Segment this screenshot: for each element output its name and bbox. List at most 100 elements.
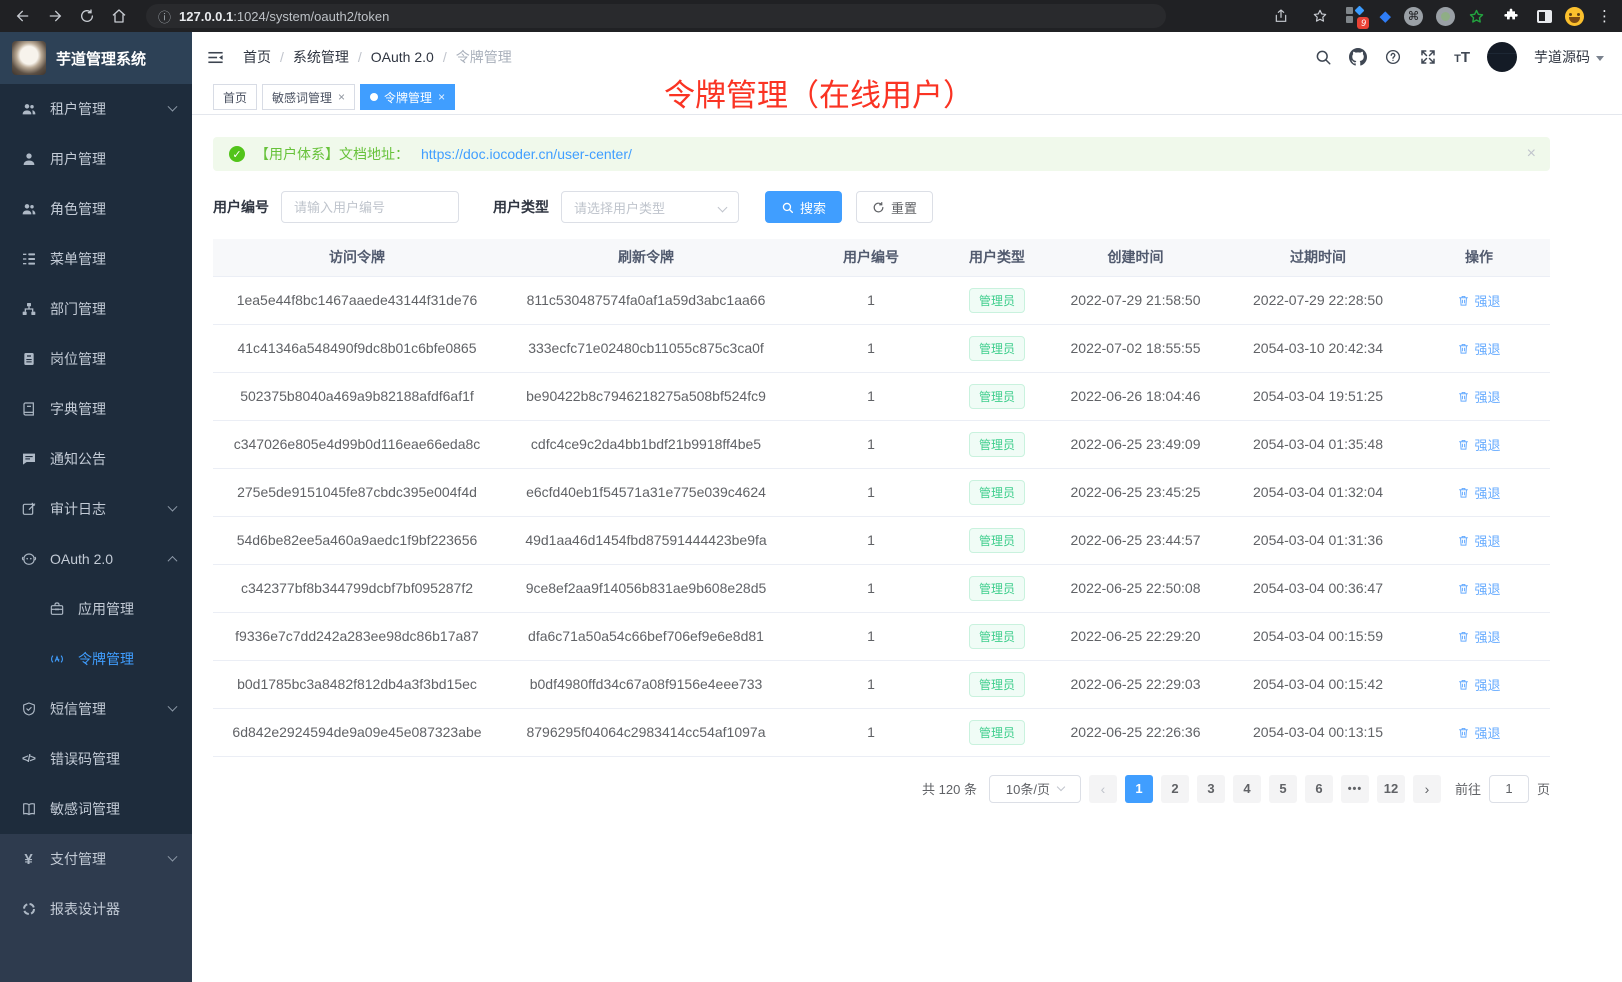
force-logout-button[interactable]: 强退: [1457, 387, 1500, 406]
close-tab-icon[interactable]: ×: [438, 90, 445, 104]
app-logo[interactable]: 芋道管理系统: [0, 32, 192, 84]
forward-icon[interactable]: [42, 3, 68, 29]
sidebar-item-errcode[interactable]: </>错误码管理: [0, 734, 192, 784]
sidebar-item-sms[interactable]: 短信管理: [0, 684, 192, 734]
gem-extension-icon[interactable]: ◆: [1379, 7, 1391, 25]
home-icon[interactable]: [106, 3, 132, 29]
side-panel-icon[interactable]: [1537, 10, 1552, 23]
sidebar-item-report[interactable]: 报表设计器: [0, 884, 192, 934]
created-time-cell: 2022-07-02 18:55:55: [1043, 324, 1228, 372]
page-button-1[interactable]: 1: [1125, 775, 1153, 803]
close-tab-icon[interactable]: ×: [338, 90, 345, 104]
sidebar-item-oauth2-token[interactable]: 令牌管理: [0, 634, 192, 684]
sidebar-item-post[interactable]: 岗位管理: [0, 334, 192, 384]
page-button-2[interactable]: 2: [1161, 775, 1189, 803]
total-count: 共 120 条: [922, 779, 977, 798]
created-time-cell: 2022-06-25 22:50:08: [1043, 564, 1228, 612]
sidebar-item-label: 角色管理: [50, 199, 106, 219]
sidebar-item-notice[interactable]: 通知公告: [0, 434, 192, 484]
more-pages-button[interactable]: •••: [1341, 775, 1369, 803]
user-id-cell: 1: [791, 372, 951, 420]
force-logout-button[interactable]: 强退: [1457, 339, 1500, 358]
sidebar-item-dept[interactable]: 部门管理: [0, 284, 192, 334]
tab-label: 敏感词管理: [272, 89, 332, 106]
breadcrumb-item[interactable]: OAuth 2.0: [371, 49, 434, 65]
bookmark-star-icon[interactable]: [1307, 3, 1333, 29]
trash-icon: [1457, 390, 1470, 403]
breadcrumb-item[interactable]: 首页: [243, 47, 271, 67]
page-button-6[interactable]: 6: [1305, 775, 1333, 803]
url-host: 127.0.0.1: [179, 9, 233, 24]
profile-avatar-icon[interactable]: [1565, 7, 1584, 26]
user-avatar[interactable]: [1487, 42, 1517, 72]
collapse-menu-icon[interactable]: [206, 48, 225, 67]
page-button-5[interactable]: 5: [1269, 775, 1297, 803]
force-logout-button[interactable]: 强退: [1457, 627, 1500, 646]
sidebar-item-sensitive[interactable]: 敏感词管理: [0, 784, 192, 834]
user-type-cell: 管理员: [951, 612, 1043, 660]
reset-button[interactable]: 重置: [856, 191, 933, 223]
table-row: b0d1785bc3a8482f812db4a3f3bd15ecb0df4980…: [213, 660, 1550, 708]
sidebar-item-dict[interactable]: 字典管理: [0, 384, 192, 434]
sidebar-item-role[interactable]: 角色管理: [0, 184, 192, 234]
sidebar-item-menu[interactable]: 菜单管理: [0, 234, 192, 284]
access-token-cell: 275e5de9151045fe87cbdc395e004f4d: [213, 468, 501, 516]
green-star-extension-icon[interactable]: [1468, 8, 1485, 25]
tab-首页[interactable]: 首页: [213, 84, 257, 110]
pagination: 共 120 条 10条/页 ‹ 123456•••12 › 前往 页: [213, 775, 1550, 803]
url-bar[interactable]: ⓘ 127.0.0.1:1024/system/oauth2/token: [146, 4, 1166, 28]
expire-time-cell: 2054-03-04 01:31:36: [1228, 516, 1408, 564]
fullscreen-icon[interactable]: [1419, 48, 1437, 66]
user-type-select[interactable]: 请选择用户类型: [561, 191, 739, 223]
tab-令牌管理[interactable]: 令牌管理×: [360, 84, 455, 110]
search-icon[interactable]: [1314, 48, 1332, 66]
force-logout-button[interactable]: 强退: [1457, 483, 1500, 502]
breadcrumb-item[interactable]: 系统管理: [293, 47, 349, 67]
sidebar-item-oauth2-app[interactable]: 应用管理: [0, 584, 192, 634]
page-button-4[interactable]: 4: [1233, 775, 1261, 803]
page-button-3[interactable]: 3: [1197, 775, 1225, 803]
sidebar-item-pay[interactable]: ¥支付管理: [0, 834, 192, 884]
search-button[interactable]: 搜索: [765, 191, 842, 223]
page-button-12[interactable]: 12: [1377, 775, 1405, 803]
puzzle-extension-icon[interactable]: [1498, 3, 1524, 29]
force-logout-button[interactable]: 强退: [1457, 291, 1500, 310]
reload-icon[interactable]: [74, 3, 100, 29]
help-icon[interactable]: [1384, 48, 1402, 66]
user-type-cell: 管理员: [951, 708, 1043, 756]
page-size-select[interactable]: 10条/页: [989, 775, 1081, 803]
force-logout-button[interactable]: 强退: [1457, 579, 1500, 598]
force-logout-button[interactable]: 强退: [1457, 675, 1500, 694]
share-icon[interactable]: [1268, 3, 1294, 29]
sidebar-item-tenant[interactable]: 租户管理: [0, 84, 192, 134]
force-logout-button[interactable]: 强退: [1457, 723, 1500, 742]
sidebar-item-oauth2[interactable]: OAuth 2.0: [0, 534, 192, 584]
prev-page-button[interactable]: ‹: [1089, 775, 1117, 803]
force-logout-button[interactable]: 强退: [1457, 531, 1500, 550]
font-size-icon[interactable]: TT: [1454, 49, 1470, 66]
github-icon[interactable]: [1349, 48, 1367, 66]
next-page-button[interactable]: ›: [1413, 775, 1441, 803]
alert-close-icon[interactable]: ×: [1527, 145, 1536, 163]
user-type-badge: 管理员: [969, 384, 1025, 409]
user-type-cell: 管理员: [951, 276, 1043, 324]
force-logout-label: 强退: [1474, 579, 1500, 598]
sidebar-item-label: 错误码管理: [50, 749, 120, 769]
table-row: f9336e7c7dd242a283ee98dc86b17a87dfa6c71a…: [213, 612, 1550, 660]
sidebar-item-user[interactable]: 用户管理: [0, 134, 192, 184]
record-extension-icon[interactable]: [1436, 7, 1455, 26]
created-time-cell: 2022-06-25 23:49:09: [1043, 420, 1228, 468]
browser-menu-icon[interactable]: ⋮: [1597, 7, 1612, 25]
user-type-cell: 管理员: [951, 564, 1043, 612]
extensions-icon[interactable]: 9: [1346, 6, 1366, 26]
user-id-input[interactable]: [281, 191, 459, 223]
back-icon[interactable]: [10, 3, 36, 29]
user-menu[interactable]: 芋道源码: [1534, 47, 1604, 67]
goto-page-input[interactable]: [1489, 775, 1529, 803]
command-extension-icon[interactable]: ⌘: [1404, 7, 1423, 26]
site-info-icon[interactable]: ⓘ: [158, 7, 171, 26]
sidebar-item-audit[interactable]: 审计日志: [0, 484, 192, 534]
force-logout-button[interactable]: 强退: [1457, 435, 1500, 454]
tab-敏感词管理[interactable]: 敏感词管理 ×: [262, 84, 355, 110]
alert-doc-link[interactable]: https://doc.iocoder.cn/user-center/: [421, 146, 632, 162]
